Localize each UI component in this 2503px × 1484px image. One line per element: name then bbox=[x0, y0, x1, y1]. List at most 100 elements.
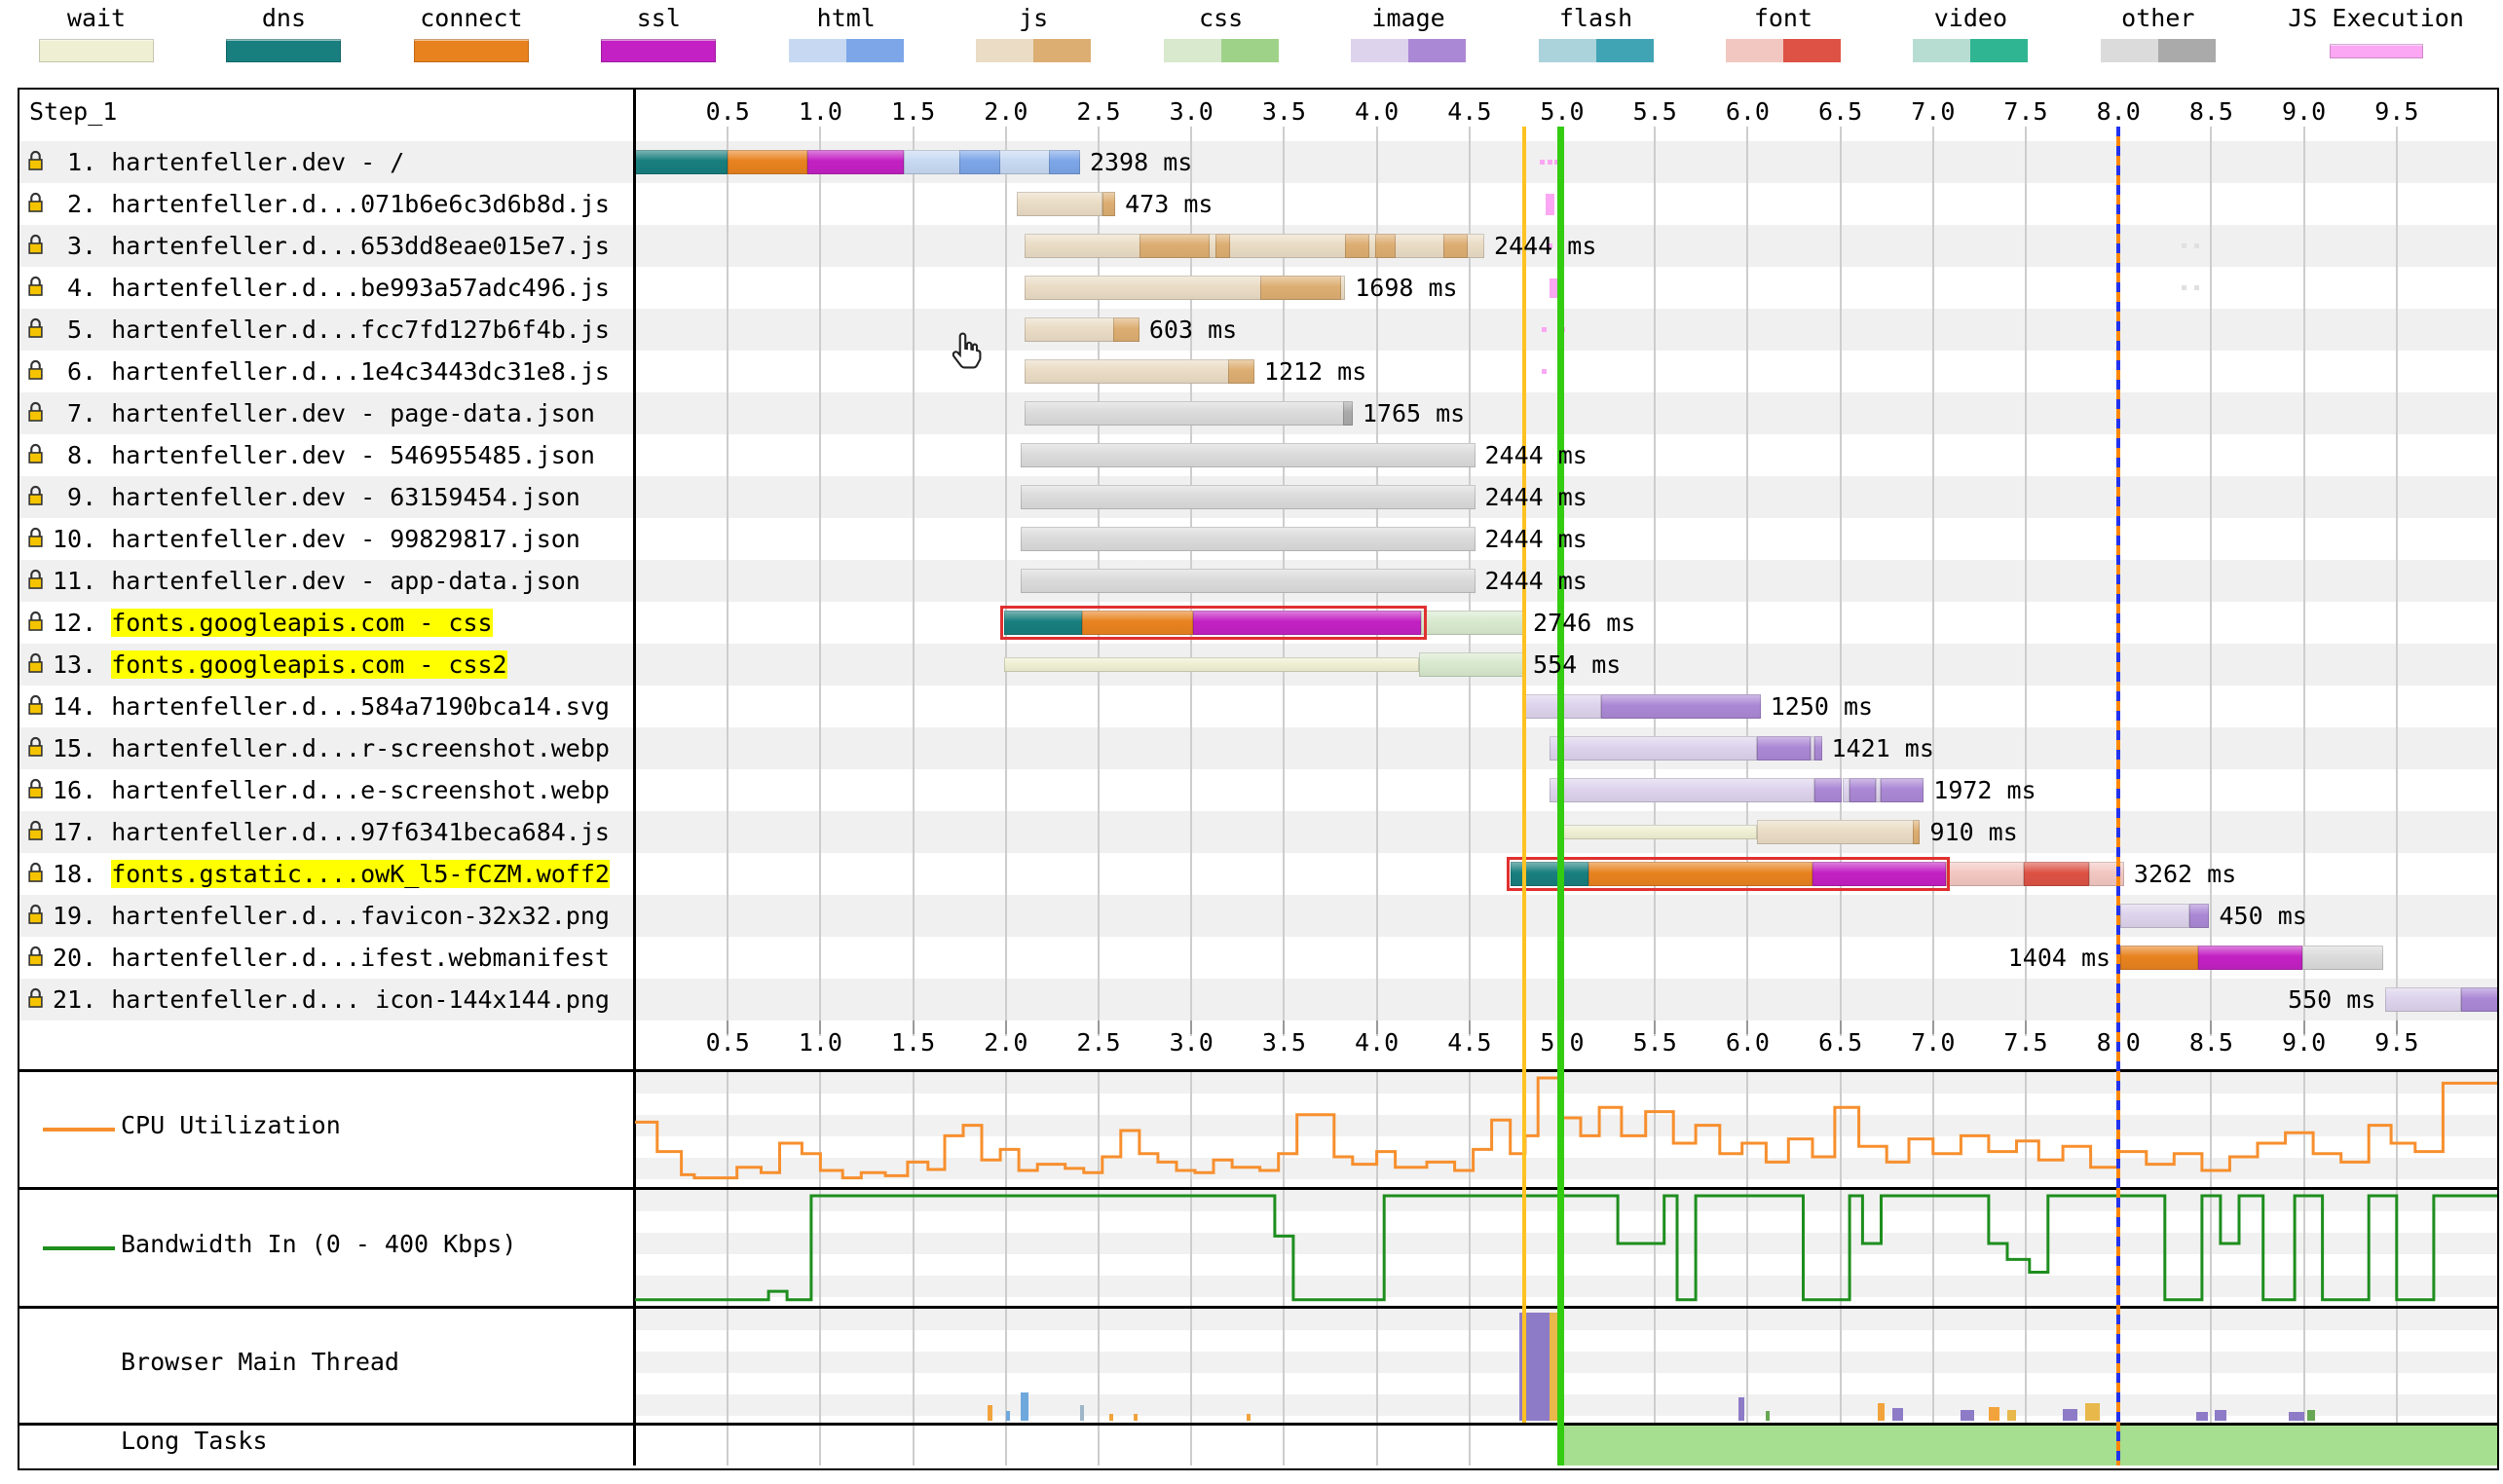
request-url[interactable]: hartenfeller.d...be993a57adc496.js bbox=[111, 274, 610, 302]
bar-segment-js_d[interactable] bbox=[1215, 234, 1230, 258]
request-row-label[interactable]: 2. hartenfeller.d...071b6e6c3d6b8d.js bbox=[19, 183, 629, 225]
request-duration-label: 1404 ms bbox=[2008, 937, 2111, 979]
bar-segment-ssl[interactable] bbox=[807, 150, 904, 174]
request-url[interactable]: fonts.googleapis.com - css2 bbox=[111, 650, 506, 679]
request-row-label[interactable]: 11. hartenfeller.dev - app-data.json bbox=[19, 560, 629, 602]
request-url[interactable]: hartenfeller.d...fcc7fd127b6f4b.js bbox=[111, 315, 610, 344]
bar-segment-img_d[interactable] bbox=[1814, 736, 1822, 761]
bar-segment-js_d[interactable] bbox=[1139, 234, 1210, 258]
request-url[interactable]: hartenfeller.dev - 99829817.json bbox=[111, 525, 580, 553]
request-url[interactable]: hartenfeller.d...653dd8eae015e7.js bbox=[111, 232, 610, 260]
request-url[interactable]: hartenfeller.d...97f6341beca684.js bbox=[111, 818, 610, 846]
request-url[interactable]: hartenfeller.d...favicon-32x32.png bbox=[111, 902, 610, 930]
bar-segment-other_d[interactable] bbox=[1343, 401, 1353, 426]
request-url[interactable]: hartenfeller.d...1e4c3443dc31e8.js bbox=[111, 357, 610, 386]
request-row-label[interactable]: 6. hartenfeller.d...1e4c3443dc31e8.js bbox=[19, 351, 629, 392]
request-row-label[interactable]: 5. hartenfeller.d...fcc7fd127b6f4b.js bbox=[19, 309, 629, 351]
request-row-label[interactable]: 9. hartenfeller.dev - 63159454.json bbox=[19, 476, 629, 518]
bar-segment-js_l[interactable] bbox=[1017, 192, 1102, 216]
bar-segment-wait[interactable] bbox=[1562, 825, 1757, 839]
bar-segment-other_l[interactable] bbox=[1021, 527, 1475, 551]
main-thread-activity-spike bbox=[1989, 1407, 1999, 1421]
bar-segment-js_l[interactable] bbox=[1025, 234, 1484, 258]
bar-segment-img_d[interactable] bbox=[1814, 778, 1843, 802]
request-row-label[interactable]: 10. hartenfeller.dev - 99829817.json bbox=[19, 518, 629, 560]
bar-segment-img_d[interactable] bbox=[1601, 694, 1761, 719]
bar-segment-js_d[interactable] bbox=[1102, 192, 1115, 216]
bar-segment-other_l[interactable] bbox=[2302, 946, 2384, 970]
request-url[interactable]: hartenfeller.d... icon-144x144.png bbox=[111, 985, 610, 1014]
request-row-label[interactable]: 19. hartenfeller.d...favicon-32x32.png bbox=[19, 895, 629, 937]
bar-segment-font_d[interactable] bbox=[2024, 862, 2089, 886]
request-url[interactable]: hartenfeller.dev - 63159454.json bbox=[111, 483, 580, 511]
bar-segment-js_d[interactable] bbox=[1913, 820, 1921, 844]
request-row-label[interactable]: 13. fonts.googleapis.com - css2 bbox=[19, 644, 629, 686]
time-axis-tick-label: 9.0 bbox=[2282, 97, 2326, 126]
request-row-label[interactable]: 3. hartenfeller.d...653dd8eae015e7.js bbox=[19, 225, 629, 267]
legend-swatch-js bbox=[976, 39, 1091, 62]
axis-tick bbox=[1932, 1020, 1934, 1034]
axis-tick bbox=[1283, 1020, 1285, 1034]
bar-segment-css_l[interactable] bbox=[1421, 611, 1523, 635]
bar-segment-js_l[interactable] bbox=[1757, 820, 1921, 844]
bar-segment-font_l[interactable] bbox=[1946, 862, 2024, 886]
request-url[interactable]: fonts.gstatic....owK_l5-fCZM.woff2 bbox=[111, 860, 610, 888]
bar-segment-img_l[interactable] bbox=[2385, 987, 2461, 1012]
bar-segment-css_l[interactable] bbox=[1419, 652, 1523, 677]
bar-segment-img_d[interactable] bbox=[2189, 904, 2210, 928]
request-label-text: 13. fonts.googleapis.com - css2 bbox=[53, 644, 507, 686]
bar-segment-js_d[interactable] bbox=[1375, 234, 1396, 258]
request-url[interactable]: hartenfeller.dev - page-data.json bbox=[111, 399, 595, 427]
request-url[interactable]: hartenfeller.dev - 546955485.json bbox=[111, 441, 595, 469]
bar-segment-other_l[interactable] bbox=[1021, 485, 1475, 509]
request-number: 1. bbox=[53, 148, 111, 176]
request-url[interactable]: fonts.googleapis.com - css bbox=[111, 609, 492, 637]
bar-segment-img_d[interactable] bbox=[2461, 987, 2499, 1012]
bar-segment-other_l[interactable] bbox=[1021, 443, 1475, 467]
request-row-label[interactable]: 17. hartenfeller.d...97f6341beca684.js bbox=[19, 811, 629, 853]
bar-segment-js_d[interactable] bbox=[1260, 276, 1342, 300]
request-row-label[interactable]: 15. hartenfeller.d...r-screenshot.webp bbox=[19, 727, 629, 769]
bar-segment-js_d[interactable] bbox=[1443, 234, 1468, 258]
bar-segment-js_l[interactable] bbox=[1025, 359, 1254, 384]
bar-segment-img_l[interactable] bbox=[1843, 778, 1850, 802]
request-row-label[interactable]: 7. hartenfeller.dev - page-data.json bbox=[19, 392, 629, 434]
request-url[interactable]: hartenfeller.d...e-screenshot.webp bbox=[111, 776, 610, 804]
request-row-label[interactable]: 12. fonts.googleapis.com - css bbox=[19, 602, 629, 644]
bar-segment-dns[interactable] bbox=[635, 150, 728, 174]
bar-segment-img_d[interactable] bbox=[1757, 736, 1811, 761]
bar-segment-js_d[interactable] bbox=[1228, 359, 1254, 384]
request-url[interactable]: hartenfeller.d...584a7190bca14.svg bbox=[111, 692, 610, 721]
request-row-label[interactable]: 18. fonts.gstatic....owK_l5-fCZM.woff2 bbox=[19, 853, 629, 895]
bar-segment-img_l[interactable] bbox=[2120, 904, 2188, 928]
bar-segment-img_l[interactable] bbox=[1550, 778, 1814, 802]
bar-segment-html_d[interactable] bbox=[959, 150, 1000, 174]
request-row-label[interactable]: 16. hartenfeller.d...e-screenshot.webp bbox=[19, 769, 629, 811]
request-row-label[interactable]: 1. hartenfeller.dev - / bbox=[19, 141, 629, 183]
lock-icon bbox=[27, 904, 44, 925]
bar-segment-js_d[interactable] bbox=[1345, 234, 1369, 258]
request-url[interactable]: hartenfeller.d...071b6e6c3d6b8d.js bbox=[111, 190, 610, 218]
lock-icon bbox=[27, 150, 44, 171]
bar-segment-ssl[interactable] bbox=[2198, 946, 2302, 970]
legend-label: video bbox=[1934, 4, 2007, 32]
request-row-label[interactable]: 21. hartenfeller.d... icon-144x144.png bbox=[19, 979, 629, 1020]
request-row-label[interactable]: 20. hartenfeller.d...ifest.webmanifest bbox=[19, 937, 629, 979]
request-url[interactable]: hartenfeller.dev - app-data.json bbox=[111, 567, 580, 595]
bar-segment-img_d[interactable] bbox=[1849, 778, 1876, 802]
bar-segment-img_d[interactable] bbox=[1881, 778, 1924, 802]
bar-segment-img_l[interactable] bbox=[1550, 736, 1757, 761]
request-row-label[interactable]: 14. hartenfeller.d...584a7190bca14.svg bbox=[19, 686, 629, 727]
bar-segment-js_d[interactable] bbox=[1113, 317, 1139, 342]
bar-segment-other_l[interactable] bbox=[1021, 569, 1475, 593]
request-row-label[interactable]: 8. hartenfeller.dev - 546955485.json bbox=[19, 434, 629, 476]
request-url[interactable]: hartenfeller.d...ifest.webmanifest bbox=[111, 944, 610, 972]
request-url[interactable]: hartenfeller.dev - / bbox=[111, 148, 404, 176]
bar-segment-wait[interactable] bbox=[1004, 657, 1419, 672]
bar-segment-connect[interactable] bbox=[728, 150, 807, 174]
bar-segment-connect[interactable] bbox=[2120, 946, 2198, 970]
bar-segment-other_l[interactable] bbox=[1025, 401, 1353, 426]
request-row-label[interactable]: 4. hartenfeller.d...be993a57adc496.js bbox=[19, 267, 629, 309]
bar-segment-html_d[interactable] bbox=[1049, 150, 1080, 174]
request-url[interactable]: hartenfeller.d...r-screenshot.webp bbox=[111, 734, 610, 762]
